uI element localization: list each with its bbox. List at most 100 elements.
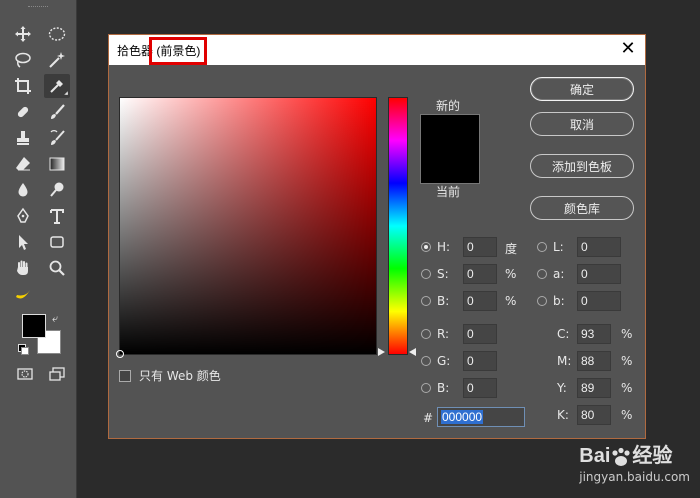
- color-field[interactable]: [116, 97, 377, 358]
- color-field-marker[interactable]: [116, 350, 124, 358]
- red-radio[interactable]: [421, 329, 431, 339]
- black-label: K:: [557, 408, 569, 422]
- pen-tool-icon[interactable]: [10, 204, 36, 228]
- color-libraries-button[interactable]: 颜色库: [530, 196, 634, 220]
- yellow-label: Y:: [557, 381, 567, 395]
- lightness-input[interactable]: 0: [577, 237, 621, 257]
- current-color-label: 当前: [436, 185, 461, 199]
- a-channel-input[interactable]: 0: [577, 264, 621, 284]
- crop-tool-icon[interactable]: [10, 74, 36, 98]
- a-channel-label: a:: [553, 267, 565, 281]
- hue-radio[interactable]: [421, 242, 431, 252]
- baidu-jingyan-watermark: Bai 经验 jingyan.baidu.com: [579, 439, 690, 484]
- cancel-button[interactable]: 取消: [530, 112, 634, 136]
- a-channel-radio[interactable]: [537, 269, 547, 279]
- cyan-input[interactable]: 93: [577, 324, 611, 344]
- web-colors-only-label: 只有 Web 颜色: [139, 369, 221, 383]
- banana-icon[interactable]: [10, 282, 36, 306]
- hue-slider[interactable]: [388, 97, 408, 355]
- history-brush-tool-icon[interactable]: [44, 126, 70, 150]
- yellow-unit: %: [621, 381, 633, 395]
- saturation-radio[interactable]: [421, 269, 431, 279]
- watermark-brand: Bai: [579, 445, 611, 467]
- web-colors-only-checkbox[interactable]: [119, 369, 131, 382]
- hex-value-selected: 000000: [441, 410, 484, 424]
- color-preview-swatch[interactable]: [420, 114, 480, 184]
- web-colors-only-option[interactable]: 只有 Web 颜色: [119, 367, 221, 384]
- screen-mode-icon[interactable]: [44, 362, 70, 386]
- hue-slider-right-arrow[interactable]: [409, 348, 416, 356]
- dialog-title-text: 拾色器: [117, 44, 154, 58]
- brightness-label: B:: [437, 294, 450, 308]
- green-radio[interactable]: [421, 356, 431, 366]
- lightness-radio[interactable]: [537, 242, 547, 252]
- yellow-input[interactable]: 89: [577, 378, 611, 398]
- dialog-title-highlight: (前景色): [149, 37, 208, 65]
- saturation-input[interactable]: 0: [463, 264, 497, 284]
- b-channel-input[interactable]: 0: [577, 291, 621, 311]
- marquee-ellipse-tool-icon[interactable]: [44, 22, 70, 46]
- magenta-input[interactable]: 88: [577, 351, 611, 371]
- eraser-tool-icon[interactable]: [10, 152, 36, 176]
- hue-input[interactable]: 0: [463, 237, 497, 257]
- black-input[interactable]: 80: [577, 405, 611, 425]
- color-picker-dialog: 拾色器 (前景色) ✕ 只有 Web 颜色 新的 当前 确定 取消 添加到色板 …: [108, 34, 646, 439]
- brightness-radio[interactable]: [421, 296, 431, 306]
- hex-label: #: [423, 411, 434, 425]
- cyan-unit: %: [621, 327, 633, 341]
- saturation-label: S:: [437, 267, 449, 281]
- magenta-label: M:: [557, 354, 572, 368]
- add-to-swatches-button[interactable]: 添加到色板: [530, 154, 634, 178]
- clone-stamp-tool-icon[interactable]: [10, 126, 36, 150]
- hand-tool-icon[interactable]: [10, 256, 36, 280]
- brightness-unit: %: [505, 294, 517, 308]
- brightness-input[interactable]: 0: [463, 291, 497, 311]
- blur-tool-icon[interactable]: [10, 178, 36, 202]
- close-icon[interactable]: ✕: [619, 39, 637, 59]
- red-label: R:: [437, 327, 450, 341]
- hex-input[interactable]: 000000: [437, 407, 525, 427]
- dodge-tool-icon[interactable]: [44, 178, 70, 202]
- baidu-paw-icon: [612, 447, 630, 466]
- blue-input[interactable]: 0: [463, 378, 497, 398]
- gradient-tool-icon[interactable]: [44, 152, 70, 176]
- hue-label: H:: [437, 240, 451, 254]
- tool-flyout-indicator: [64, 91, 68, 95]
- path-selection-tool-icon[interactable]: [10, 230, 36, 254]
- quick-mask-icon[interactable]: [12, 362, 38, 386]
- lightness-label: L:: [553, 240, 564, 254]
- green-input[interactable]: 0: [463, 351, 497, 371]
- type-tool-icon[interactable]: [44, 204, 70, 228]
- watermark-brand-suffix: 经验: [632, 445, 673, 467]
- hue-slider-left-arrow[interactable]: [378, 348, 385, 356]
- b-channel-radio[interactable]: [537, 296, 547, 306]
- blue-label: B:: [437, 381, 450, 395]
- new-color-label: 新的: [436, 99, 461, 113]
- eyedropper-tool-icon[interactable]: [44, 74, 70, 98]
- red-input[interactable]: 0: [463, 324, 497, 344]
- blue-radio[interactable]: [421, 383, 431, 393]
- ok-button[interactable]: 确定: [530, 77, 634, 101]
- black-unit: %: [621, 408, 633, 422]
- b-channel-label: b:: [553, 294, 565, 308]
- brush-tool-icon[interactable]: [44, 100, 70, 124]
- hue-unit: 度: [505, 242, 518, 256]
- watermark-logo: Bai 经验: [579, 439, 690, 468]
- panel-grip[interactable]: [28, 6, 48, 9]
- magenta-unit: %: [621, 354, 633, 368]
- cyan-label: C:: [557, 327, 570, 341]
- move-tool-icon[interactable]: [10, 22, 36, 46]
- zoom-tool-icon[interactable]: [44, 256, 70, 280]
- default-colors-icon[interactable]: [18, 344, 29, 355]
- foreground-color-swatch[interactable]: [22, 314, 46, 338]
- dialog-titlebar: 拾色器 (前景色) ✕: [109, 35, 645, 65]
- tools-panel: ⤶: [0, 0, 77, 498]
- rectangle-tool-icon[interactable]: [44, 230, 70, 254]
- green-label: G:: [437, 354, 451, 368]
- healing-brush-tool-icon[interactable]: [10, 100, 36, 124]
- dialog-title: 拾色器 (前景色): [117, 37, 208, 65]
- lasso-tool-icon[interactable]: [10, 48, 36, 72]
- swap-colors-icon[interactable]: ⤶: [52, 312, 58, 326]
- watermark-url: jingyan.baidu.com: [579, 470, 690, 484]
- magic-wand-tool-icon[interactable]: [44, 48, 70, 72]
